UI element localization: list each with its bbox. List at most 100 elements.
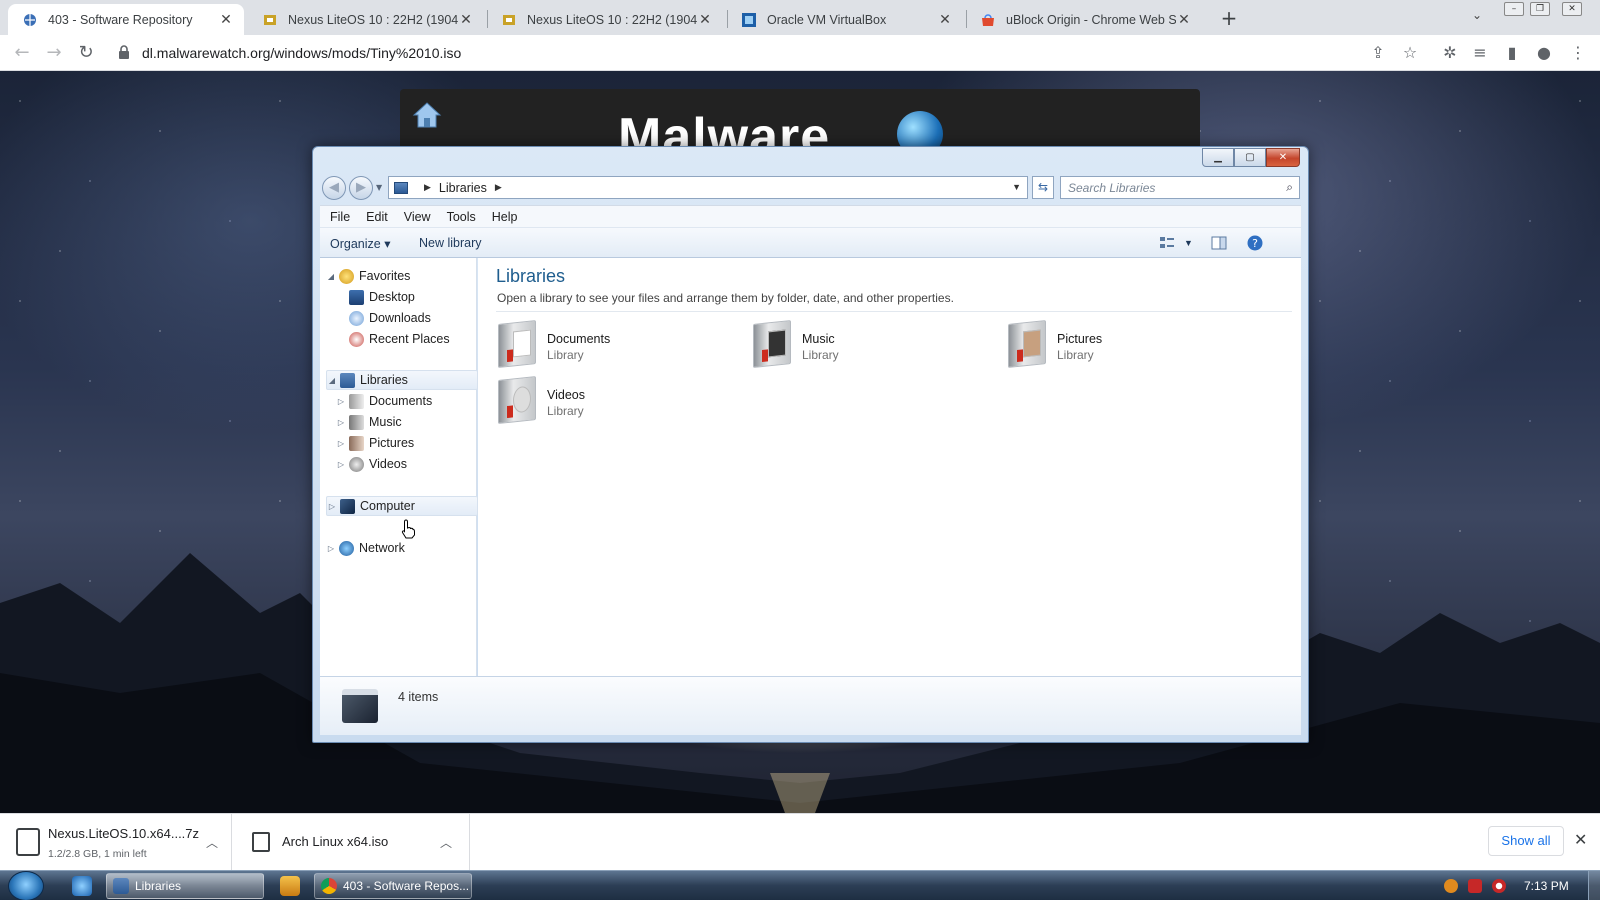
nav-downloads[interactable]: Downloads: [346, 308, 431, 328]
internet-explorer-icon[interactable]: [72, 876, 92, 896]
tab-search-chevron-icon[interactable]: ⌄: [1472, 8, 1482, 22]
start-orb-icon[interactable]: [8, 871, 44, 900]
profile-avatar-icon[interactable]: ●: [1534, 43, 1554, 63]
nav-libraries[interactable]: ◢ Libraries: [326, 370, 478, 390]
restore-browser-button[interactable]: ❐: [1530, 2, 1550, 16]
minimize-window-button[interactable]: ▁: [1202, 148, 1234, 167]
library-name: Pictures: [1057, 332, 1103, 346]
taskbar: Libraries 403 - Software Repos... 7:13 P…: [0, 870, 1600, 900]
nav-library-videos[interactable]: ▷ Videos: [336, 454, 407, 474]
library-documents[interactable]: Documents Library: [495, 320, 735, 372]
nav-desktop[interactable]: Desktop: [346, 287, 415, 307]
organize-button[interactable]: Organize ▾: [330, 236, 390, 251]
close-tab-icon[interactable]: ✕: [458, 11, 474, 28]
library-videos[interactable]: Videos Library: [495, 376, 735, 428]
refresh-icon[interactable]: ⇆: [1032, 176, 1054, 199]
nav-library-music[interactable]: ▷ Music: [336, 412, 402, 432]
download-item-arch[interactable]: Arch Linux x64.iso ︿: [232, 814, 470, 871]
download-options-chevron-icon[interactable]: ︿: [440, 834, 452, 851]
nav-library-pictures[interactable]: ▷ Pictures: [336, 433, 414, 453]
address-history-chevron-icon[interactable]: ▼: [1012, 182, 1021, 192]
maximize-window-button[interactable]: ▢: [1234, 148, 1266, 167]
home-icon[interactable]: [412, 101, 442, 129]
tray-search-icon[interactable]: [1444, 879, 1458, 893]
media-queue-icon[interactable]: ≡: [1470, 43, 1490, 63]
nav-network[interactable]: ▷ Network: [326, 538, 405, 558]
menu-edit[interactable]: Edit: [366, 210, 388, 224]
browser-tab-virtualbox[interactable]: Oracle VM VirtualBox ✕: [727, 4, 963, 35]
chrome-menu-icon[interactable]: ⋮: [1568, 43, 1588, 63]
nav-computer[interactable]: ▷ Computer: [326, 496, 478, 516]
menu-file[interactable]: File: [330, 210, 350, 224]
taskbar-chrome-button[interactable]: 403 - Software Repos...: [314, 873, 472, 899]
nav-recent-places[interactable]: Recent Places: [346, 329, 450, 349]
search-icon[interactable]: ⌕: [1286, 180, 1293, 195]
browser-tab-ublock-origin[interactable]: uBlock Origin - Chrome Web Sto ✕: [966, 4, 1202, 35]
nav-label: Network: [359, 541, 405, 555]
help-icon[interactable]: ?: [1246, 234, 1264, 252]
favorites-star-icon: [339, 268, 354, 284]
action-center-flag-icon[interactable]: [1468, 879, 1482, 893]
close-download-shelf-icon[interactable]: ✕: [1574, 830, 1587, 850]
show-all-downloads-button[interactable]: Show all: [1488, 826, 1564, 856]
close-tab-icon[interactable]: ✕: [697, 11, 713, 28]
menu-help[interactable]: Help: [492, 210, 518, 224]
nav-favorites[interactable]: ◢ Favorites: [326, 266, 410, 286]
view-options-chevron-icon[interactable]: ▼: [1184, 238, 1193, 248]
menu-view[interactable]: View: [404, 210, 431, 224]
breadcrumb-libraries[interactable]: Libraries: [439, 181, 487, 195]
close-browser-button[interactable]: ✕: [1562, 2, 1582, 16]
collapse-triangle-icon[interactable]: ◢: [326, 272, 336, 281]
library-pictures[interactable]: Pictures Library: [1005, 320, 1245, 372]
lock-icon[interactable]: [118, 45, 130, 59]
preview-pane-icon[interactable]: [1210, 234, 1228, 252]
recent-pages-chevron-icon[interactable]: ▼: [376, 183, 382, 192]
explorer-forward-icon[interactable]: ▶: [349, 176, 373, 200]
browser-tab-nexus-liteos-2[interactable]: Nexus LiteOS 10 : 22H2 (19045.2 ✕: [487, 4, 723, 35]
minimize-browser-button[interactable]: –: [1504, 2, 1524, 16]
new-library-button[interactable]: New library: [419, 236, 482, 250]
virtualbox-favicon-icon: [741, 12, 757, 28]
expand-triangle-icon[interactable]: ▷: [336, 418, 346, 427]
show-desktop-button[interactable]: [1588, 871, 1600, 900]
expand-triangle-icon[interactable]: ▷: [327, 502, 337, 511]
breadcrumb-arrow-icon[interactable]: ▶: [495, 182, 502, 193]
antivirus-tray-icon[interactable]: [1492, 879, 1506, 893]
explorer-address-bar[interactable]: ▶ Libraries ▶ ▼: [388, 176, 1028, 199]
media-player-icon[interactable]: [280, 876, 300, 896]
nav-library-documents[interactable]: ▷ Documents: [336, 391, 432, 411]
forward-arrow-icon[interactable]: →: [42, 41, 66, 65]
close-tab-icon[interactable]: ✕: [218, 11, 234, 28]
library-music[interactable]: Music Library: [750, 320, 990, 372]
taskbar-libraries-button[interactable]: Libraries: [106, 873, 264, 899]
reload-icon[interactable]: ↻: [74, 41, 98, 65]
nav-label: Recent Places: [369, 332, 450, 346]
side-panel-icon[interactable]: ▮: [1502, 43, 1522, 63]
address-bar-url[interactable]: dl.malwarewatch.org/windows/mods/Tiny%20…: [142, 45, 461, 61]
browser-tab-software-repository[interactable]: 403 - Software Repository ✕: [8, 4, 244, 35]
menu-tools[interactable]: Tools: [447, 210, 476, 224]
bookmark-star-icon[interactable]: ☆: [1400, 43, 1420, 63]
expand-triangle-icon[interactable]: ▷: [336, 397, 346, 406]
close-window-button[interactable]: ✕: [1266, 148, 1300, 167]
explorer-menu-bar: File Edit View Tools Help: [320, 205, 1301, 227]
expand-triangle-icon[interactable]: ▷: [326, 544, 336, 553]
expand-triangle-icon[interactable]: ▷: [336, 439, 346, 448]
change-view-icon[interactable]: [1158, 234, 1176, 252]
download-options-chevron-icon[interactable]: ︿: [206, 834, 218, 851]
collapse-triangle-icon[interactable]: ◢: [327, 376, 337, 385]
back-arrow-icon[interactable]: ←: [10, 41, 34, 65]
close-tab-icon[interactable]: ✕: [1176, 11, 1192, 28]
download-item-nexus[interactable]: Nexus.LiteOS.10.x64....7z 1.2/2.8 GB, 1 …: [0, 814, 232, 871]
extensions-puzzle-icon[interactable]: ✲: [1440, 43, 1460, 63]
expand-triangle-icon[interactable]: ▷: [336, 460, 346, 469]
browser-tab-nexus-liteos-1[interactable]: Nexus LiteOS 10 : 22H2 (19045.2 ✕: [248, 4, 484, 35]
share-icon[interactable]: ⇪: [1368, 43, 1388, 63]
downloads-icon: [349, 310, 364, 326]
taskbar-clock[interactable]: 7:13 PM: [1524, 879, 1569, 893]
close-tab-icon[interactable]: ✕: [937, 11, 953, 28]
breadcrumb-arrow-icon[interactable]: ▶: [424, 182, 431, 193]
explorer-back-icon[interactable]: ◀: [322, 176, 346, 200]
search-libraries-input[interactable]: Search Libraries ⌕: [1060, 176, 1300, 199]
new-tab-button[interactable]: +: [1216, 6, 1242, 32]
